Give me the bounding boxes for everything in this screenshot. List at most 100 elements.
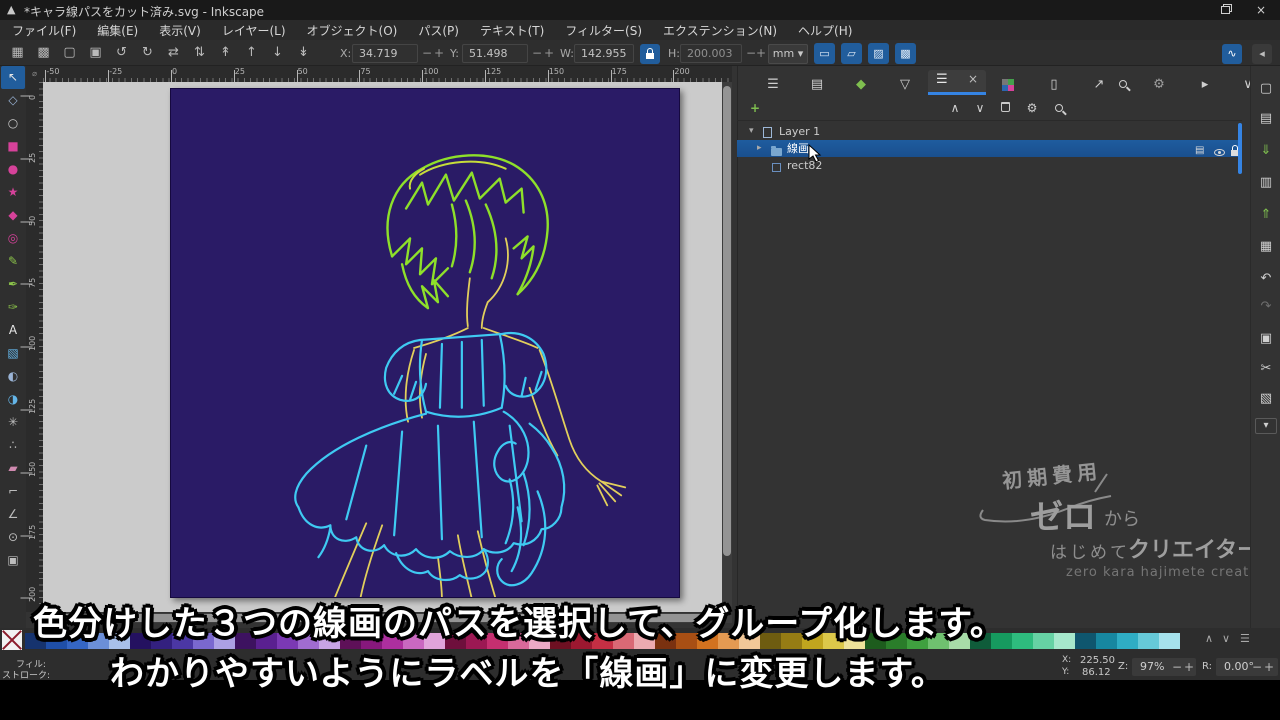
layer-row-layer1[interactable]: ▾ Layer 1 [737,123,1238,140]
palette-swatch-47[interactable] [1012,633,1033,649]
star-tool[interactable]: ★ [1,181,25,204]
layer-settings-button[interactable]: ⚙ [1022,98,1042,118]
tab-drawing[interactable]: ▽ [894,75,916,95]
bucket-fill-tool[interactable]: ◑ [1,388,25,411]
menu-item-2[interactable]: 表示(V) [159,22,201,39]
tab-messages[interactable]: ▸ [1194,75,1216,95]
height-field[interactable]: 200.003 [680,44,742,63]
eraser-tool[interactable]: ▰ [1,457,25,480]
selector-tool[interactable]: ↖ [1,66,25,89]
tab-objects[interactable]: ▯ [1043,75,1065,95]
rotate-ccw-button[interactable]: ↺ [110,43,133,63]
measure-tool[interactable]: ∠ [1,503,25,526]
more-commands-button[interactable]: ▾ [1255,418,1277,434]
group-label[interactable]: 線画 [787,140,809,157]
collapse-toolbar-button[interactable]: ◂ [1252,44,1272,64]
move-down-button[interactable]: ∨ [970,98,990,118]
menu-item-0[interactable]: ファイル(F) [12,22,76,39]
tab-symbols[interactable]: ◆ [850,75,872,95]
spray-tool[interactable]: ∴ [1,434,25,457]
ellipse-tool[interactable]: ● [1,158,25,181]
panel-scrollbar[interactable] [1238,123,1242,174]
zoom-minus-button[interactable]: − [1172,660,1182,674]
palette-swatch-51[interactable] [1096,633,1117,649]
palette-swatch-49[interactable] [1054,633,1075,649]
open-document-button[interactable]: ▤ [1255,108,1277,130]
palette-swatch-53[interactable] [1138,633,1159,649]
export-button[interactable]: ⇑ [1255,204,1277,226]
y-plus-button[interactable]: + [544,46,554,60]
connector-tool[interactable]: ⌐ [1,480,25,503]
palette-scroll-down[interactable]: ∨ [1222,632,1230,645]
menu-item-5[interactable]: パス(P) [418,22,459,39]
search-layers-button[interactable] [1049,98,1069,118]
palette-menu-icon[interactable]: ☰ [1240,632,1250,645]
copy-button[interactable]: ▣ [1255,328,1277,350]
pencil-tool[interactable]: ✎ [1,250,25,273]
tab-layers[interactable]: ☰ × [928,70,986,94]
lock-ratio-button[interactable] [640,44,660,64]
tab-find[interactable] [1112,75,1134,95]
rectangle-tool[interactable]: ■ [1,135,25,158]
flip-vertical-button[interactable]: ⇅ [188,43,211,63]
menu-item-9[interactable]: ヘルプ(H) [798,22,852,39]
deselect-button[interactable]: ▢ [58,43,81,63]
x-field[interactable]: 34.719 [352,44,418,63]
close-tab-icon[interactable]: × [968,72,978,86]
tab-document-properties[interactable]: ▤ [806,75,828,95]
tab-preferences[interactable]: ⚙ [1148,75,1170,95]
print-button[interactable]: ▥ [1255,172,1277,194]
y-minus-button[interactable]: − [532,46,542,60]
height-minus-button[interactable]: − [746,46,756,60]
unit-dropdown[interactable]: mm ▾ [768,44,808,64]
restore-window-button[interactable] [1212,2,1238,18]
shape-builder-tool[interactable]: ○ [1,112,25,135]
save-button[interactable]: ▦ [1255,236,1277,258]
tab-swatches[interactable] [997,75,1019,95]
menu-item-1[interactable]: 編集(E) [97,22,138,39]
snap-controls-button[interactable]: ∿ [1222,44,1242,64]
gradient-tool[interactable]: ▧ [1,342,25,365]
paste-button[interactable]: ▧ [1255,388,1277,410]
text-tool[interactable]: A [1,319,25,342]
menu-item-8[interactable]: エクステンション(N) [663,22,777,39]
dropper-tool[interactable]: ◐ [1,365,25,388]
rotate-cw-button[interactable]: ↻ [136,43,159,63]
rotation-plus-button[interactable]: + [1264,660,1274,674]
zoom-tool[interactable]: ⊙ [1,526,25,549]
close-window-button[interactable]: × [1248,2,1274,18]
palette-swatch-52[interactable] [1117,633,1138,649]
pen-tool[interactable]: ✒ [1,273,25,296]
menu-item-4[interactable]: オブジェクト(O) [307,22,398,39]
flip-horizontal-button[interactable]: ⇄ [162,43,185,63]
tab-history[interactable]: ↗ [1088,75,1110,95]
palette-swatch-54[interactable] [1159,633,1180,649]
layer-label[interactable]: Layer 1 [779,123,820,140]
move-up-button[interactable]: ∧ [945,98,965,118]
zoom-plus-button[interactable]: + [1184,660,1194,674]
expander-icon[interactable]: ▸ [757,140,762,157]
expander-icon[interactable]: ▾ [749,123,754,140]
add-layer-button[interactable]: + [745,98,765,118]
select-all-button[interactable]: ▦ [6,43,29,63]
rotation-minus-button[interactable]: − [1252,660,1262,674]
undo-button[interactable]: ↶ [1255,268,1277,290]
cut-button[interactable]: ✂ [1255,358,1277,380]
scale-pattern-toggle[interactable]: ▩ [895,43,916,64]
palette-swatch-50[interactable] [1075,633,1096,649]
vertical-scrollbar[interactable] [722,82,732,612]
no-color-swatch[interactable] [2,630,22,650]
palette-swatch-48[interactable] [1033,633,1054,649]
y-field[interactable]: 51.498 [462,44,528,63]
menu-item-6[interactable]: テキスト(T) [480,22,544,39]
x-minus-button[interactable]: − [422,46,432,60]
width-field[interactable]: 142.955 [574,44,634,63]
selection-touch-button[interactable]: ▣ [84,43,107,63]
scale-corners-toggle[interactable]: ▱ [841,43,862,64]
delete-layer-button[interactable] [995,98,1015,118]
raise-to-top-button[interactable]: ↟ [214,43,237,63]
menu-item-3[interactable]: レイヤー(L) [222,22,286,39]
node-editor-tool[interactable]: ◇ [1,89,25,112]
lower-button[interactable]: ↓ [266,43,289,63]
lower-to-bottom-button[interactable]: ↡ [292,43,315,63]
